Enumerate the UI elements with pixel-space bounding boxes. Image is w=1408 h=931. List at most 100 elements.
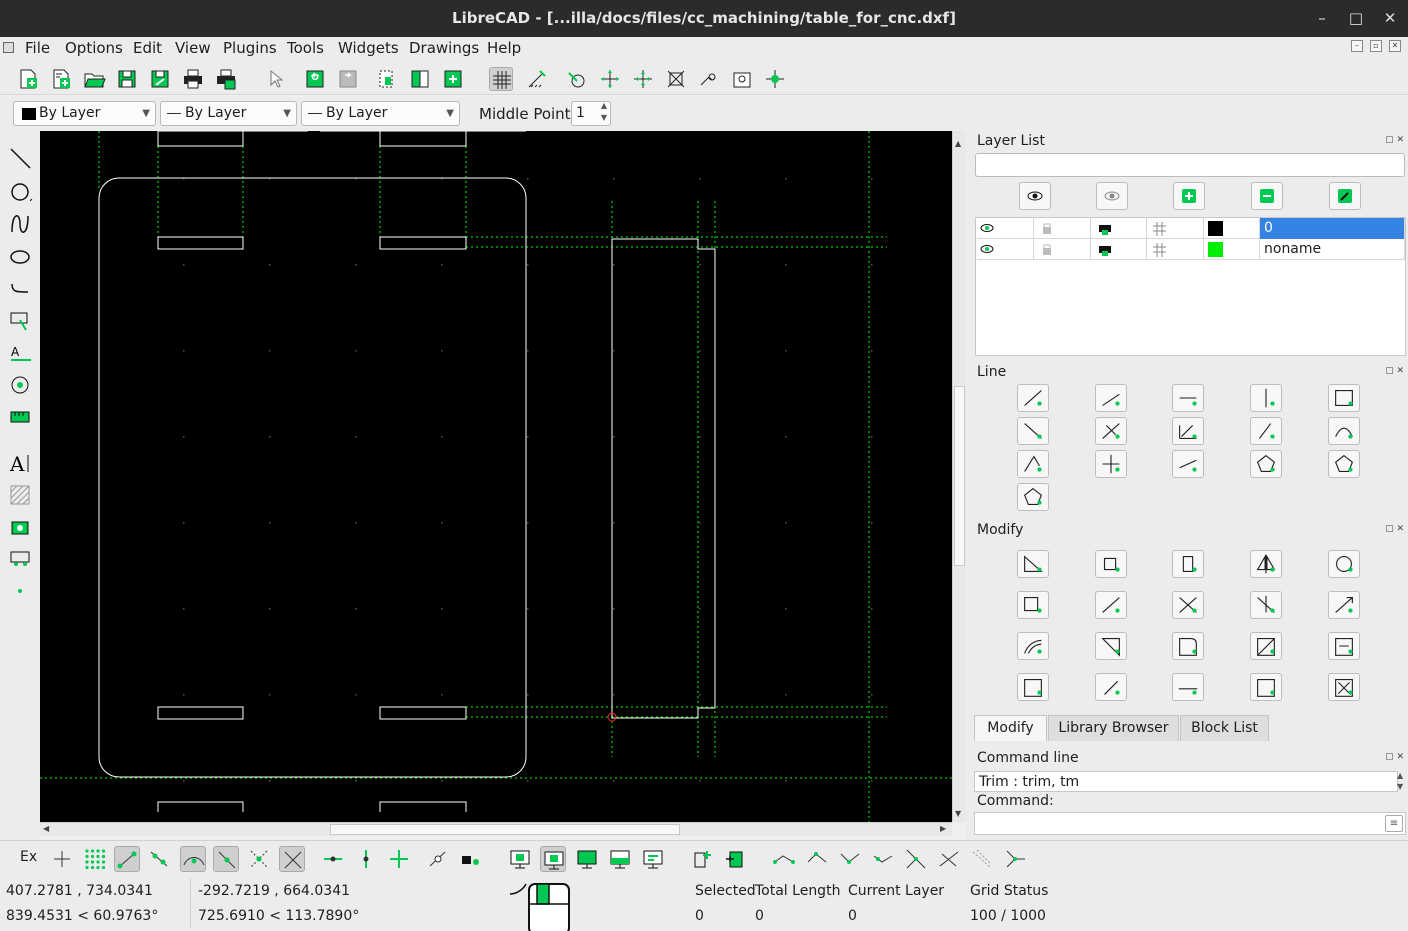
mdi-minimize-icon[interactable]: – — [1351, 40, 1363, 52]
move-icon[interactable] — [1017, 550, 1049, 578]
poly-equidistant-icon[interactable] — [936, 846, 962, 872]
undo-icon[interactable] — [303, 67, 327, 91]
rotate-icon[interactable] — [1095, 550, 1127, 578]
minimize-button[interactable]: – — [1311, 8, 1333, 28]
line-tangent-icon[interactable] — [1250, 417, 1282, 445]
zoom-previous-icon[interactable] — [697, 67, 721, 91]
explode-text-icon[interactable] — [1172, 673, 1204, 701]
line-tool-icon[interactable] — [8, 146, 34, 172]
poly-delete-node-icon[interactable] — [837, 846, 863, 872]
line-vertical-icon[interactable] — [1250, 384, 1282, 412]
line-perpendicular-icon[interactable] — [1095, 450, 1127, 478]
line-relative-angle-icon[interactable] — [1017, 450, 1049, 478]
menu-help[interactable]: Help — [487, 39, 521, 57]
polygon-center-icon[interactable] — [1250, 450, 1282, 478]
show-all-layers-button[interactable] — [1019, 182, 1051, 210]
polygon-corners-icon[interactable] — [1328, 450, 1360, 478]
construction-icon[interactable] — [1147, 239, 1204, 260]
layer-row[interactable]: 0 — [977, 218, 1405, 239]
polyline-tool-icon[interactable] — [8, 276, 34, 302]
construction-icon[interactable] — [1147, 218, 1204, 239]
offset-icon[interactable] — [1017, 632, 1049, 660]
tab-library-browser[interactable]: Library Browser — [1048, 715, 1179, 741]
horizontal-scrollbar[interactable]: ◀ ▶ — [40, 822, 952, 836]
horizontal-scroll-thumb[interactable] — [330, 824, 680, 835]
poly-add-node-icon[interactable] — [771, 846, 797, 872]
layer-name[interactable]: 0 — [1260, 218, 1405, 239]
middle-points-spinbox[interactable]: 1 ▲ ▼ — [571, 101, 611, 126]
ellipse-tool-icon[interactable] — [8, 244, 34, 270]
lock-relative-zero-icon[interactable] — [458, 846, 484, 872]
trim-icon[interactable] — [1172, 591, 1204, 619]
select-pointer-icon[interactable] — [263, 67, 287, 91]
line-parallel-icon[interactable] — [1095, 417, 1127, 445]
divide-icon[interactable] — [1250, 632, 1282, 660]
attributes-icon[interactable] — [1095, 673, 1127, 701]
printer-icon[interactable] — [1091, 239, 1147, 260]
menu-options[interactable]: Options — [65, 39, 123, 57]
zoom-pan-icon[interactable] — [763, 67, 787, 91]
polygon-2points-icon[interactable] — [1017, 483, 1049, 511]
point-tool-icon[interactable] — [8, 578, 34, 604]
snap-on-entity-icon[interactable] — [147, 846, 173, 872]
layer-name[interactable]: noname — [1260, 239, 1405, 260]
command-input[interactable]: ≡ — [974, 812, 1406, 835]
edit-layer-button[interactable] — [1329, 182, 1361, 210]
dock-float-close-icon[interactable]: ▢ ✕ — [1385, 366, 1404, 376]
line-angle-icon[interactable] — [1095, 384, 1127, 412]
zoom-window-icon[interactable] — [730, 67, 754, 91]
text-tool-icon[interactable]: A — [8, 450, 34, 476]
add-layer-button[interactable] — [1173, 182, 1205, 210]
exclusive-snap-label[interactable]: Ex — [20, 849, 37, 865]
revert-direction-icon[interactable] — [1095, 591, 1127, 619]
print-preview-icon[interactable] — [214, 67, 238, 91]
mdi-restore-icon[interactable]: ▫ — [1370, 40, 1382, 52]
restrict-orthogonal-icon[interactable] — [386, 846, 412, 872]
copy-icon[interactable] — [408, 67, 432, 91]
history-scroll-icon[interactable]: ▲ ▼ — [1397, 770, 1403, 792]
new-file-icon[interactable] — [16, 67, 40, 91]
restrict-horizontal-icon[interactable] — [320, 846, 346, 872]
trim2-icon[interactable] — [1250, 591, 1282, 619]
zoom-out-icon[interactable] — [631, 67, 655, 91]
open-file-icon[interactable] — [82, 67, 106, 91]
menu-tools[interactable]: Tools — [287, 39, 324, 57]
scale-icon[interactable] — [1172, 550, 1204, 578]
snap-center-tool-icon[interactable] — [8, 372, 34, 398]
line-width-combo[interactable]: By Layer ▼ — [301, 101, 460, 126]
add-block-icon[interactable] — [689, 846, 715, 872]
tab-block-list[interactable]: Block List — [1180, 715, 1269, 741]
menu-edit[interactable]: Edit — [133, 39, 162, 57]
line-freehand-icon[interactable] — [1172, 450, 1204, 478]
menu-lines-icon[interactable]: ≡ — [1385, 815, 1403, 832]
visible-eye-icon[interactable] — [977, 239, 1034, 260]
close-button[interactable]: ✕ — [1379, 8, 1401, 28]
select-tool-icon[interactable] — [8, 308, 34, 334]
view-monitor-icon[interactable] — [540, 846, 566, 872]
menu-widgets[interactable]: Widgets — [338, 39, 399, 57]
snap-center-icon[interactable] — [180, 846, 206, 872]
circle-tool-icon[interactable] — [8, 179, 34, 205]
zoom-auto-icon[interactable] — [664, 67, 688, 91]
line-rectangle-icon[interactable] — [1328, 384, 1360, 412]
poly-append-node-icon[interactable] — [804, 846, 830, 872]
hatch-tool-icon[interactable] — [8, 482, 34, 508]
view-monitor-2-icon[interactable] — [574, 846, 600, 872]
bevel-icon[interactable] — [1095, 632, 1127, 660]
view-zoom-icon[interactable] — [507, 846, 533, 872]
view-monitor-3-icon[interactable] — [607, 846, 633, 872]
snap-grid-icon[interactable] — [82, 846, 108, 872]
paste-icon[interactable] — [441, 67, 465, 91]
measure-tool-icon[interactable] — [8, 404, 34, 430]
tab-modify[interactable]: Modify — [974, 715, 1047, 741]
line-type-combo[interactable]: By Layer ▼ — [160, 101, 297, 126]
color-combo[interactable]: By Layer ▼ — [13, 101, 156, 126]
snap-endpoint-icon[interactable] — [114, 846, 140, 872]
snap-free-icon[interactable] — [49, 846, 75, 872]
insert-block-icon[interactable] — [722, 846, 748, 872]
stretch-icon[interactable] — [1328, 632, 1360, 660]
redraw-icon[interactable] — [565, 67, 589, 91]
poly-trim-icon[interactable] — [903, 846, 929, 872]
lengthen-icon[interactable] — [1328, 591, 1360, 619]
save-icon[interactable] — [115, 67, 139, 91]
